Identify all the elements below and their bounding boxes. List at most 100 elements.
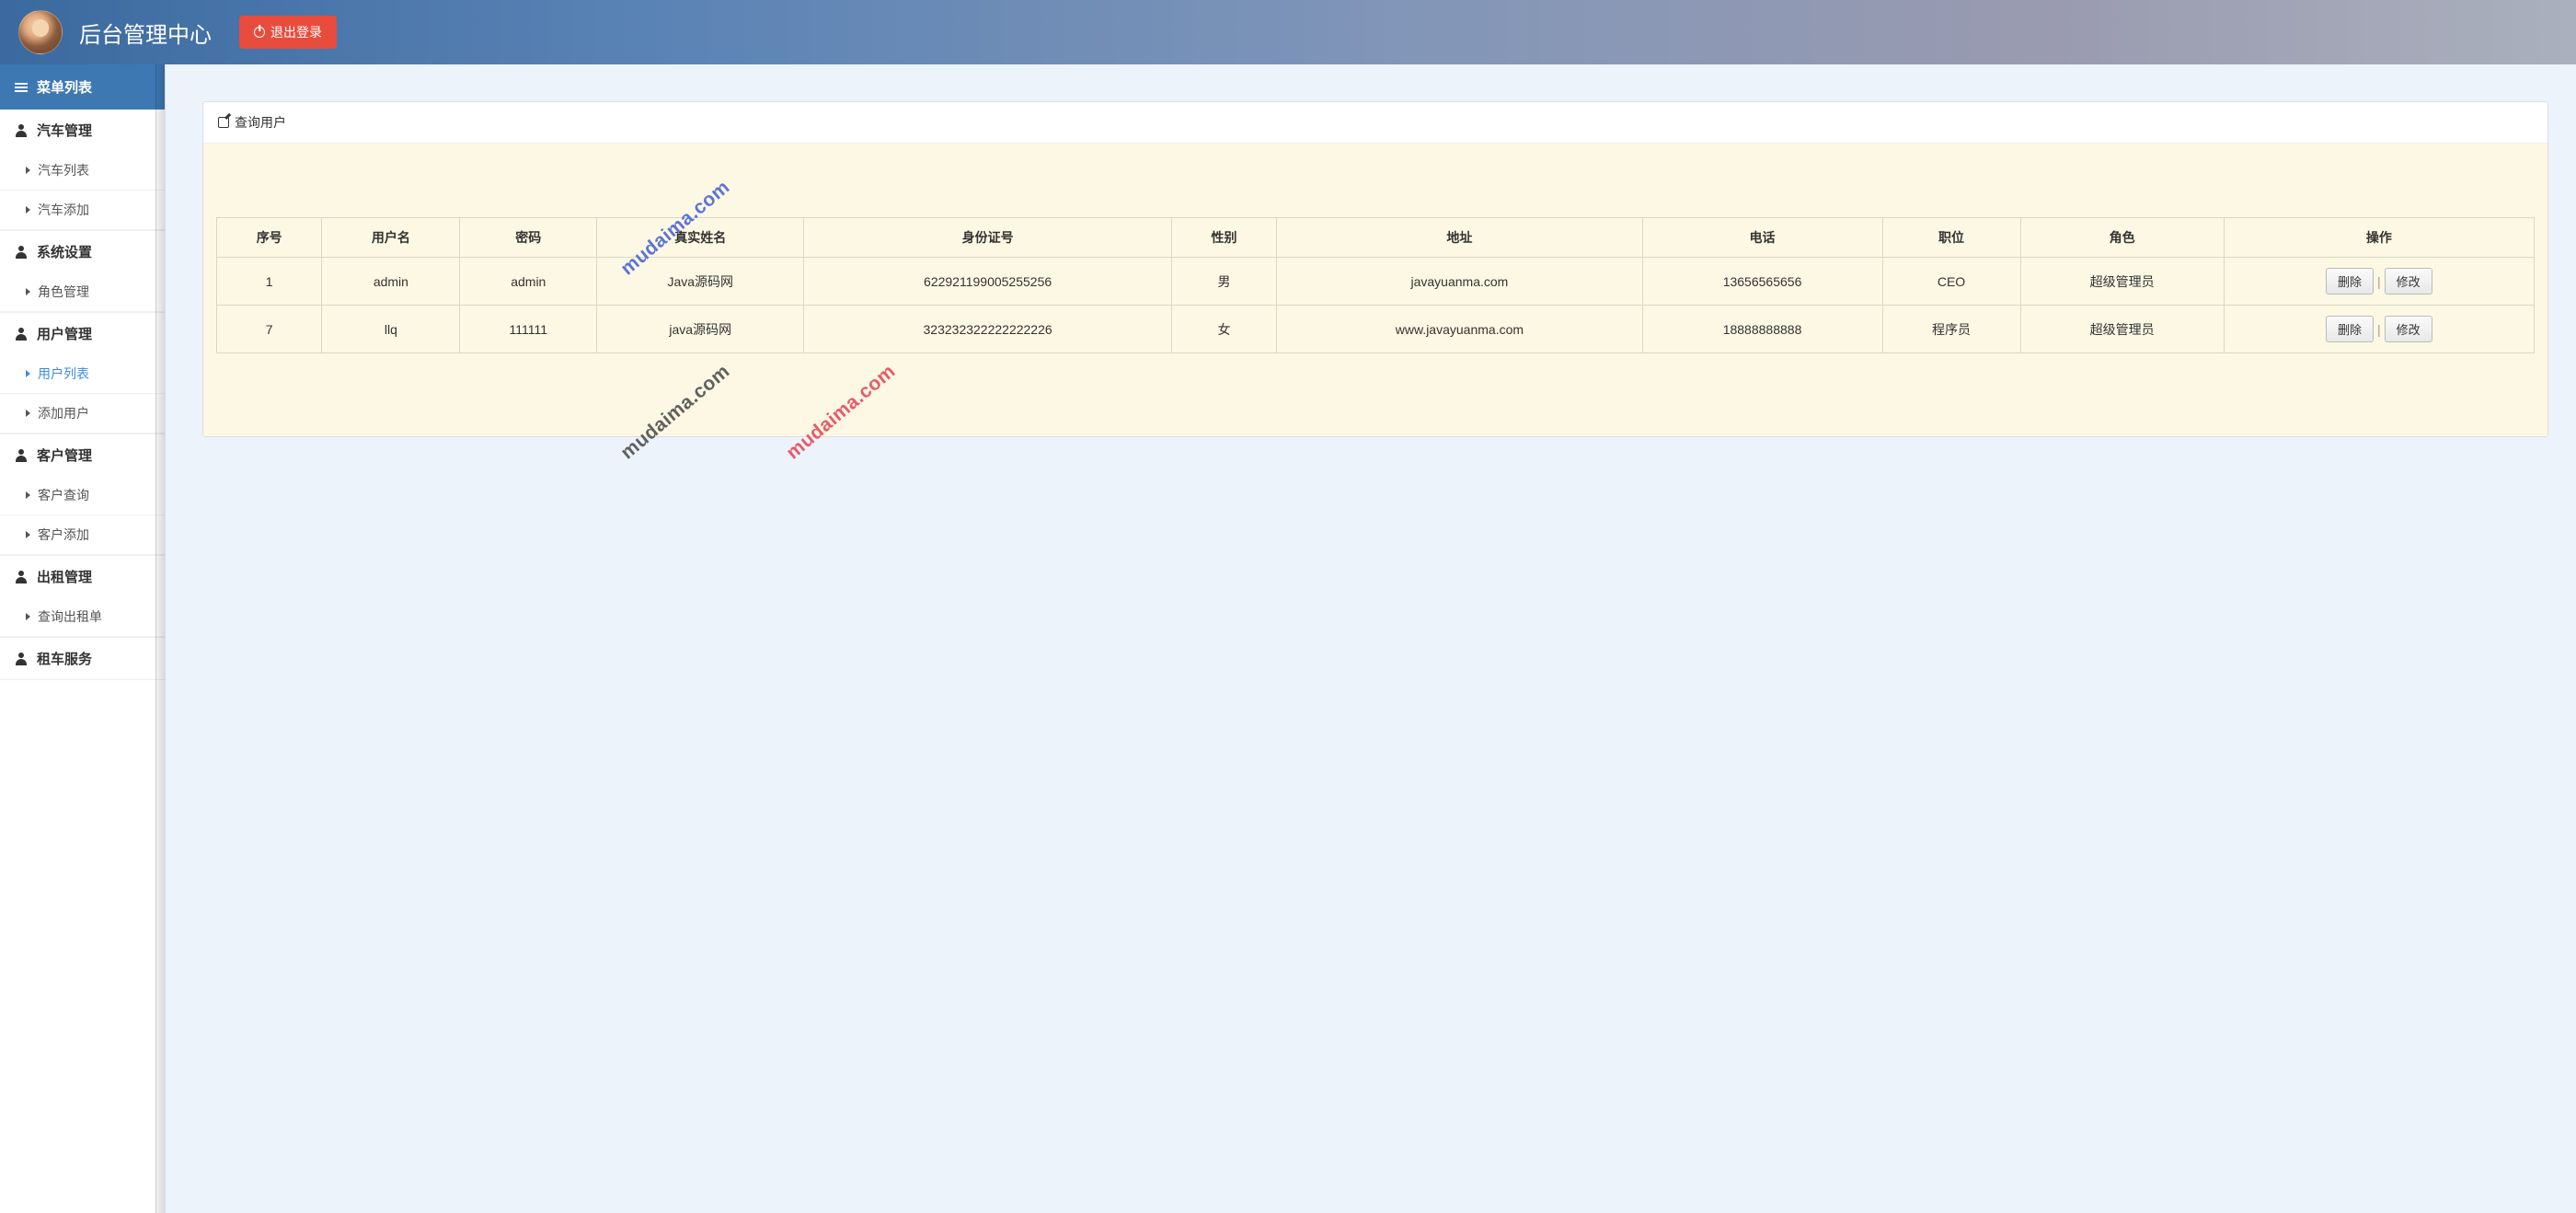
cell-address: www.javayuanma.com [1277, 306, 1642, 353]
sidebar: 菜单列表 汽车管理汽车列表汽车添加系统设置角色管理用户管理用户列表添加用户客户管… [0, 64, 166, 1213]
cell-actions: 删除| 修改 [2224, 306, 2534, 353]
cell-id: 7 [217, 306, 322, 353]
table-header-row: 序号用户名密码真实姓名身份证号性别地址电话职位角色操作 [217, 218, 2535, 258]
sidebar-item[interactable]: 客户添加 [0, 515, 165, 555]
caret-right-icon [26, 491, 30, 499]
delete-button[interactable]: 删除 [2326, 316, 2374, 342]
sidebar-item-label: 用户列表 [38, 364, 89, 383]
menu-group-title[interactable]: 出租管理 [0, 556, 165, 597]
power-icon [254, 27, 265, 38]
cell-position: CEO [1882, 258, 2020, 306]
user-table: 序号用户名密码真实姓名身份证号性别地址电话职位角色操作 1adminadminJ… [216, 217, 2535, 353]
sidebar-item-label: 客户查询 [38, 486, 89, 504]
menu-header-label: 菜单列表 [37, 77, 92, 97]
column-header: 性别 [1171, 218, 1276, 258]
menu-group-label: 用户管理 [37, 324, 92, 343]
logout-button[interactable]: 退出登录 [239, 16, 337, 49]
caret-right-icon [26, 206, 30, 214]
user-icon [15, 449, 28, 462]
sidebar-item[interactable]: 查询出租单 [0, 597, 165, 637]
sidebar-item[interactable]: 客户查询 [0, 476, 165, 515]
delete-button[interactable]: 删除 [2326, 268, 2374, 295]
menu-group-label: 汽车管理 [37, 121, 92, 140]
app-body: 菜单列表 汽车管理汽车列表汽车添加系统设置角色管理用户管理用户列表添加用户客户管… [0, 64, 2576, 1213]
cell-id: 1 [217, 258, 322, 306]
sidebar-item-label: 汽车列表 [38, 161, 89, 179]
user-icon [15, 124, 28, 137]
menu-group-title[interactable]: 用户管理 [0, 313, 165, 354]
menu-group: 系统设置角色管理 [0, 231, 165, 313]
cell-role: 超级管理员 [2020, 258, 2224, 306]
cell-actions: 删除|修改 [2224, 258, 2534, 306]
menu-group-label: 客户管理 [37, 445, 92, 465]
menu-group-title[interactable]: 客户管理 [0, 434, 165, 476]
edit-button[interactable]: 修改 [2385, 316, 2432, 342]
cell-phone: 18888888888 [1642, 306, 1882, 353]
panel: 查询用户 mudaima.com mudaima.com mudaima.com… [202, 101, 2548, 437]
table-row: 7llq111111java源码网323232322222222226女www.… [217, 306, 2535, 353]
cell-idcard: 622921199005255256 [804, 258, 1172, 306]
cell-gender: 男 [1171, 258, 1276, 306]
caret-right-icon [26, 613, 30, 620]
column-header: 用户名 [322, 218, 460, 258]
menu-group: 汽车管理汽车列表汽车添加 [0, 110, 165, 231]
column-header: 序号 [217, 218, 322, 258]
cell-password: admin [460, 258, 597, 306]
watermark: mudaima.com [782, 361, 900, 465]
sidebar-item-label: 客户添加 [38, 526, 89, 544]
column-header: 身份证号 [804, 218, 1172, 258]
menu-group: 出租管理查询出租单 [0, 556, 165, 638]
avatar [18, 10, 63, 54]
menu-group: 租车服务 [0, 638, 165, 680]
panel-title: 查询用户 [235, 113, 286, 132]
menu-group-label: 租车服务 [37, 649, 92, 668]
scrollbar[interactable] [155, 64, 165, 1213]
caret-right-icon [26, 288, 30, 295]
panel-body: mudaima.com mudaima.com mudaima.com 序号用户… [203, 144, 2547, 436]
cell-realname: java源码网 [597, 306, 804, 353]
cell-address: javayuanma.com [1277, 258, 1642, 306]
logout-label: 退出登录 [270, 23, 322, 41]
separator: | [2377, 322, 2381, 337]
table-row: 1adminadminJava源码网622921199005255256男jav… [217, 258, 2535, 306]
panel-header: 查询用户 [203, 102, 2547, 144]
edit-icon [218, 117, 229, 128]
sidebar-item[interactable]: 汽车列表 [0, 151, 165, 191]
user-icon [15, 571, 28, 583]
menu-group-title[interactable]: 汽车管理 [0, 110, 165, 151]
menu-header: 菜单列表 [0, 64, 165, 110]
menu-group-title[interactable]: 系统设置 [0, 231, 165, 272]
column-header: 密码 [460, 218, 597, 258]
sidebar-item[interactable]: 用户列表 [0, 354, 165, 394]
cell-phone: 13656565656 [1642, 258, 1882, 306]
caret-right-icon [26, 531, 30, 538]
cell-role: 超级管理员 [2020, 306, 2224, 353]
column-header: 角色 [2020, 218, 2224, 258]
sidebar-item-label: 添加用户 [38, 404, 89, 422]
cell-username: admin [322, 258, 460, 306]
sidebar-item[interactable]: 汽车添加 [0, 191, 165, 230]
table-head: 序号用户名密码真实姓名身份证号性别地址电话职位角色操作 [217, 218, 2535, 258]
sidebar-item-label: 角色管理 [38, 283, 89, 301]
sidebar-item[interactable]: 添加用户 [0, 394, 165, 433]
menu-groups: 汽车管理汽车列表汽车添加系统设置角色管理用户管理用户列表添加用户客户管理客户查询… [0, 110, 165, 680]
column-header: 职位 [1882, 218, 2020, 258]
column-header: 操作 [2224, 218, 2534, 258]
cell-realname: Java源码网 [597, 258, 804, 306]
watermark: mudaima.com [616, 361, 734, 465]
column-header: 地址 [1277, 218, 1642, 258]
sidebar-item[interactable]: 角色管理 [0, 272, 165, 312]
list-icon [15, 83, 28, 92]
menu-group-title[interactable]: 租车服务 [0, 638, 165, 679]
cell-password: 111111 [460, 306, 597, 353]
caret-right-icon [26, 167, 30, 174]
sidebar-item-label: 汽车添加 [38, 201, 89, 219]
user-icon [15, 328, 28, 341]
edit-button[interactable]: 修改 [2385, 268, 2432, 295]
cell-username: llq [322, 306, 460, 353]
sidebar-item-label: 查询出租单 [38, 607, 102, 626]
column-header: 真实姓名 [597, 218, 804, 258]
app-title: 后台管理中心 [79, 17, 212, 49]
caret-right-icon [26, 410, 30, 417]
menu-group-label: 出租管理 [37, 567, 92, 586]
